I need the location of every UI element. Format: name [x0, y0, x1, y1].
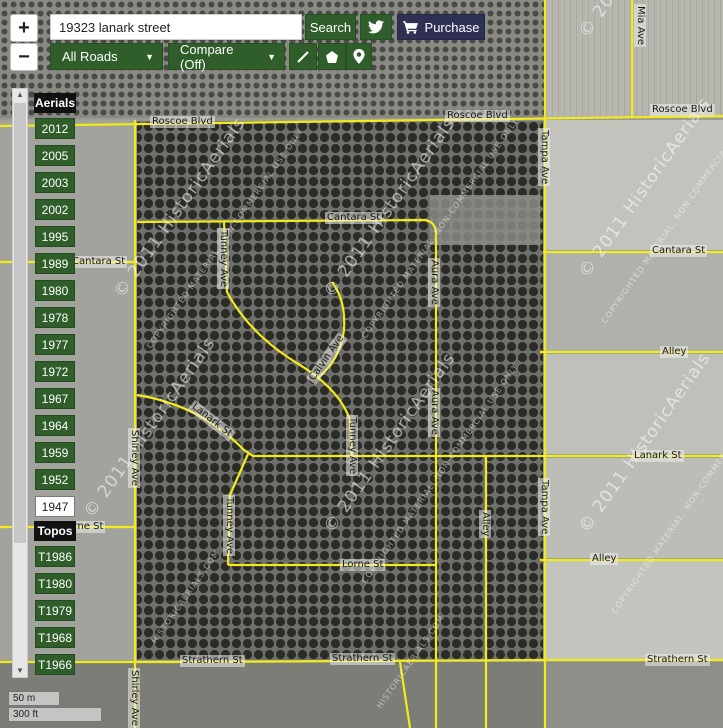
topos-header: Topos	[34, 521, 76, 541]
aerial-year-1977[interactable]: 1977	[35, 334, 75, 355]
search-button[interactable]: Search	[305, 14, 356, 40]
search-input[interactable]	[50, 14, 302, 40]
aerial-year-1967[interactable]: 1967	[35, 388, 75, 409]
road-label: Lorne St	[340, 559, 386, 571]
road-label: Shirley Ave	[128, 668, 140, 728]
zoom-out-button[interactable]: −	[10, 43, 38, 71]
purchase-label: Purchase	[424, 19, 480, 35]
aerials-header: Aerials	[34, 93, 76, 113]
aerial-year-1995[interactable]: 1995	[35, 226, 75, 247]
field-south-east	[545, 662, 723, 728]
roads-select-value: All Roads	[62, 49, 118, 64]
road-label: Cantara St	[650, 245, 708, 257]
aerial-map[interactable]	[0, 0, 723, 728]
marker-button[interactable]	[346, 43, 372, 70]
aerial-year-1980[interactable]: 1980	[35, 280, 75, 301]
measure-line-button[interactable]	[289, 43, 317, 70]
scrollbar-thumb[interactable]	[14, 103, 26, 543]
aerial-year-2002[interactable]: 2002	[35, 199, 75, 220]
aerial-year-1972[interactable]: 1972	[35, 361, 75, 382]
zoom-in-button[interactable]: +	[10, 14, 38, 42]
road-label: Tampa Ave	[538, 478, 550, 537]
road-label: Tunney Ave	[223, 495, 235, 557]
road-label: Strathern St	[330, 653, 395, 665]
polygon-button[interactable]	[318, 43, 346, 70]
road-label: Lanark St	[632, 450, 684, 462]
road-label: Aura Ave	[428, 388, 440, 437]
topo-year-T1986[interactable]: T1986	[35, 546, 75, 567]
topo-year-T1968[interactable]: T1968	[35, 627, 75, 648]
road-label: Alley	[660, 346, 689, 358]
year-list-scrollbar[interactable]: ▲ ▼	[12, 88, 28, 678]
aerial-year-1964[interactable]: 1964	[35, 415, 75, 436]
road-label: Tampa Ave	[538, 128, 550, 187]
polygon-icon	[326, 50, 338, 63]
scale-metric: 50 m	[8, 691, 60, 706]
topo-year-T1966[interactable]: T1966	[35, 654, 75, 675]
compare-select[interactable]: Compare (Off) ▼	[168, 41, 285, 72]
road-label: Tunney Ave	[217, 228, 229, 290]
twitter-button[interactable]	[360, 14, 392, 40]
aerial-year-2012[interactable]: 2012	[35, 118, 75, 139]
twitter-icon	[368, 20, 384, 34]
scroll-up-icon[interactable]: ▲	[13, 89, 27, 101]
chevron-down-icon: ▼	[145, 51, 154, 62]
compare-select-value: Compare (Off)	[180, 41, 234, 72]
cart-icon	[402, 20, 418, 34]
road-label: Tunney Ave	[346, 415, 358, 477]
topo-year-T1980[interactable]: T1980	[35, 573, 75, 594]
road-label: Alley	[590, 553, 619, 565]
aerial-year-1952[interactable]: 1952	[35, 469, 75, 490]
scale-imperial: 300 ft	[8, 707, 102, 722]
road-label: Strathern St	[180, 655, 245, 667]
map-pin-icon	[353, 49, 365, 64]
line-tool-icon	[297, 50, 309, 63]
aerial-year-2003[interactable]: 2003	[35, 172, 75, 193]
aerial-year-1947[interactable]: 1947	[35, 496, 75, 517]
road-label: Cantara St	[325, 212, 383, 224]
road-label: Roscoe Blvd	[150, 116, 215, 128]
aerial-year-1978[interactable]: 1978	[35, 307, 75, 328]
field-east-b	[545, 252, 723, 352]
scroll-down-icon[interactable]: ▼	[13, 665, 27, 677]
road-label: Roscoe Blvd	[650, 104, 715, 116]
road-label: Cantara St	[70, 256, 128, 268]
road-label: Shirley Ave	[128, 428, 140, 488]
roads-select[interactable]: All Roads ▼	[50, 43, 163, 70]
road-label: Mia Ave	[634, 4, 646, 48]
road-label: Strathern St	[645, 654, 710, 666]
aerial-year-1989[interactable]: 1989	[35, 253, 75, 274]
road-label: Roscoe Blvd	[445, 110, 510, 122]
map-viewer[interactable]: © 2011 HistoricAerials © 2011 HistoricAe…	[0, 0, 723, 728]
topo-year-T1979[interactable]: T1979	[35, 600, 75, 621]
aerial-year-1959[interactable]: 1959	[35, 442, 75, 463]
purchase-button[interactable]: Purchase	[397, 14, 485, 40]
road-label: Alley	[479, 510, 491, 539]
aerial-year-2005[interactable]: 2005	[35, 145, 75, 166]
chevron-down-icon: ▼	[267, 51, 276, 62]
road-label: Aura Ave	[428, 258, 440, 307]
